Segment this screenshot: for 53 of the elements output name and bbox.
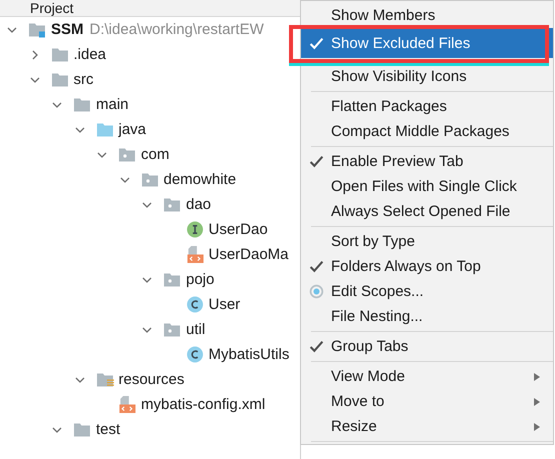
class-icon (186, 346, 204, 363)
folder-icon (163, 321, 181, 338)
folder-icon (50, 46, 68, 63)
menu-item[interactable]: Open Files with Single Click (301, 174, 553, 199)
menu-item[interactable]: Resize (301, 414, 553, 439)
folder-icon (118, 146, 136, 163)
menu-item[interactable]: Sort by Type (301, 229, 553, 254)
menu-item[interactable]: Group Tabs (301, 334, 553, 359)
folder-icon (96, 121, 114, 138)
tree-item[interactable]: dao (186, 196, 212, 214)
folder-icon (73, 96, 91, 113)
class-icon (186, 296, 204, 313)
folder-icon (163, 196, 181, 213)
menu-item[interactable]: Show Visibility Icons (301, 64, 553, 89)
menu-item[interactable]: Edit Scopes... (301, 279, 553, 304)
tree-item[interactable]: .idea (74, 46, 106, 64)
tree-item[interactable]: test (96, 420, 120, 438)
folder-icon (163, 271, 181, 288)
tree-item[interactable]: demowhite (164, 170, 236, 188)
menu-item[interactable]: Always Select Opened File (301, 199, 553, 224)
folder-icon (50, 71, 68, 88)
tree-item[interactable]: SSM (51, 20, 84, 38)
tree-item[interactable]: UserDaoMa (208, 246, 289, 264)
folder-icon (73, 421, 91, 438)
menu-item[interactable]: File Nesting... (301, 304, 553, 329)
folder-icon (28, 21, 46, 38)
tree-item[interactable]: main (96, 96, 129, 114)
tree-item[interactable]: UserDao (208, 220, 268, 238)
tree-item[interactable]: resources (118, 370, 184, 388)
xml-file-icon (118, 396, 136, 413)
interface-icon (186, 221, 204, 238)
project-path: D:\idea\working\restartEW (90, 21, 264, 38)
radio-icon (308, 284, 324, 299)
tree-item[interactable]: src (74, 70, 94, 88)
menu-item[interactable]: View Mode (301, 364, 553, 389)
tree-item[interactable]: pojo (186, 270, 214, 288)
folder-icon (96, 371, 114, 388)
tree-item[interactable]: com (141, 146, 170, 164)
menu-item[interactable]: Folders Always on Top (301, 254, 553, 279)
menu-item[interactable]: Compact Middle Packages (301, 119, 553, 144)
tree-item[interactable]: util (186, 320, 206, 338)
tree-item[interactable]: mybatis-config.xml (141, 396, 266, 414)
menu-item[interactable]: Flatten Packages (301, 94, 553, 119)
tree-item[interactable]: MybatisUtils (208, 346, 290, 364)
menu-item[interactable]: Show Excluded Files (301, 28, 553, 58)
menu-item[interactable]: Enable Preview Tab (301, 149, 553, 174)
xml-file-icon (186, 246, 204, 263)
menu-item[interactable]: Move to (301, 389, 553, 414)
panel-title[interactable]: Project (30, 0, 74, 16)
folder-icon (140, 171, 158, 188)
menu-item[interactable]: Show Members (301, 3, 553, 28)
tree-item[interactable]: java (118, 120, 146, 138)
tree-item[interactable]: User (208, 296, 240, 314)
